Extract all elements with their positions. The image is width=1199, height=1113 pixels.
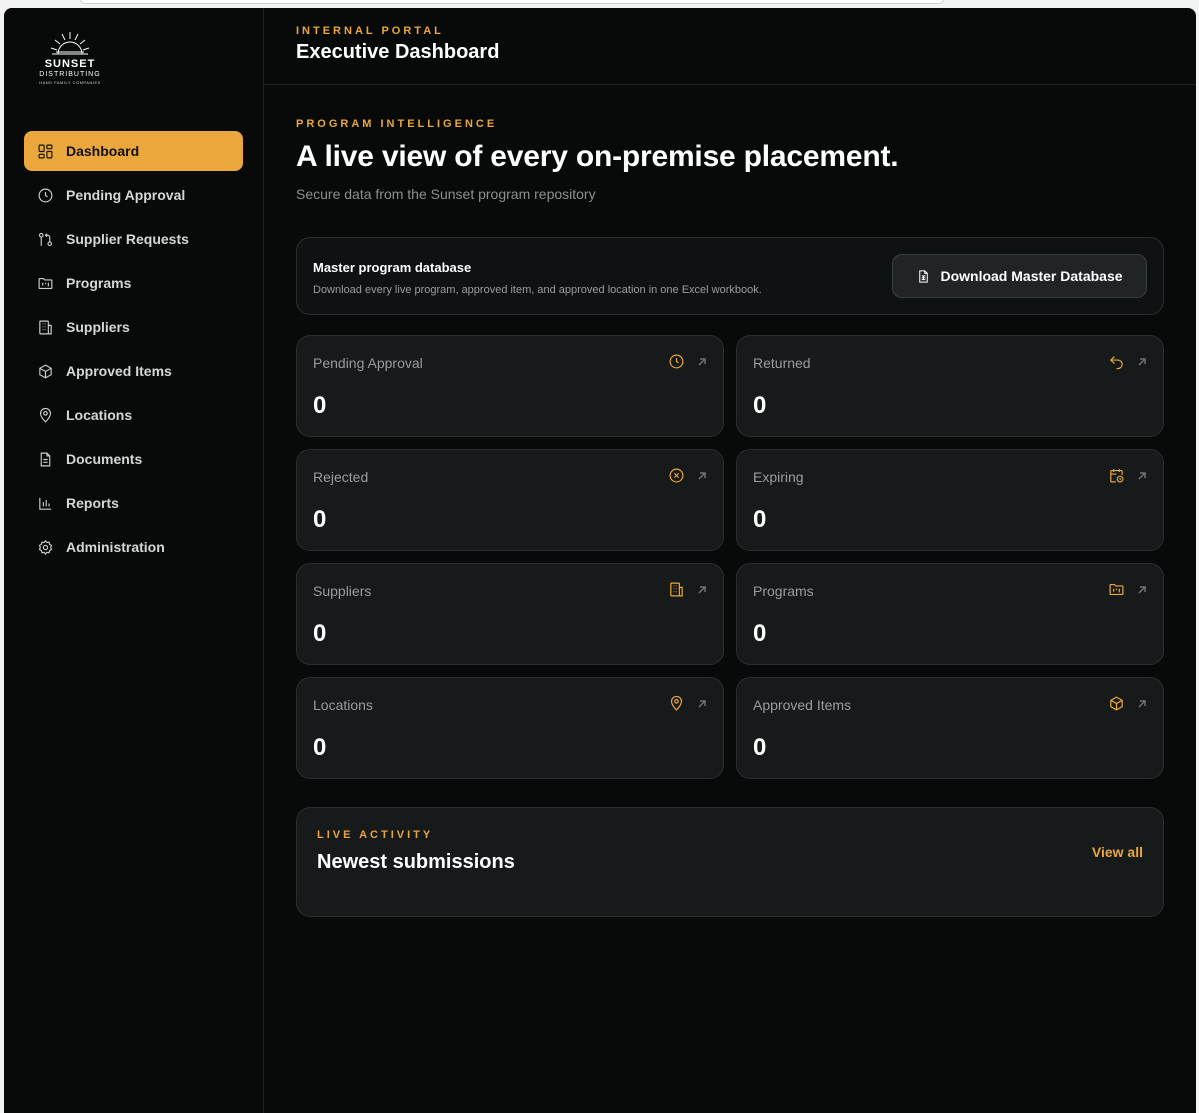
sidebar-nav: Dashboard Pending Approval Supplier Requ… (24, 131, 243, 571)
sidebar-item-label: Administration (66, 539, 165, 555)
sidebar-item-label: Dashboard (66, 143, 140, 159)
database-title: Master program database (313, 260, 472, 275)
sidebar-item-locations[interactable]: Locations (24, 395, 243, 435)
sidebar-item-label: Approved Items (66, 363, 172, 379)
arrow-up-right-icon (1138, 699, 1146, 708)
package-icon (36, 362, 54, 380)
bar-chart-icon (36, 494, 54, 512)
arrow-up-right-icon (698, 699, 706, 708)
arrow-up-right-icon (1138, 471, 1146, 480)
clock-icon (669, 354, 684, 369)
master-database-card: Master program database Download every l… (296, 237, 1164, 315)
stat-card-rejected[interactable]: Rejected 0 (296, 449, 724, 551)
company-logo[interactable]: SUNSET DISTRIBUTING HAND FAMILY COMPANIE… (30, 30, 110, 85)
view-all-link[interactable]: View all (1092, 844, 1143, 860)
stat-label: Suppliers (313, 583, 372, 599)
folder-kanban-icon (36, 274, 54, 292)
stat-card-locations[interactable]: Locations 0 (296, 677, 724, 779)
stat-label: Returned (753, 355, 811, 371)
sidebar-item-label: Documents (66, 451, 143, 467)
stat-label: Rejected (313, 469, 369, 485)
stat-value: 0 (313, 392, 327, 419)
stat-label: Locations (313, 697, 373, 713)
stat-value: 0 (753, 734, 767, 761)
header-eyebrow: INTERNAL PORTAL (296, 25, 444, 37)
arrow-up-right-icon (698, 357, 706, 366)
sidebar-item-label: Pending Approval (66, 187, 186, 203)
arrow-up-right-icon (698, 585, 706, 594)
stat-value: 0 (313, 506, 327, 533)
stat-value: 0 (753, 392, 767, 419)
arrow-up-right-icon (1138, 357, 1146, 366)
sidebar-item-reports[interactable]: Reports (24, 483, 243, 523)
sidebar-item-pending-approval[interactable]: Pending Approval (24, 175, 243, 215)
sidebar-item-approved-items[interactable]: Approved Items (24, 351, 243, 391)
stat-card-programs[interactable]: Programs 0 (736, 563, 1164, 665)
database-description: Download every live program, approved it… (313, 284, 762, 296)
stat-label: Programs (753, 583, 814, 599)
sidebar-item-label: Supplier Requests (66, 231, 189, 247)
sidebar-item-dashboard[interactable]: Dashboard (24, 131, 243, 171)
stat-card-approved-items[interactable]: Approved Items 0 (736, 677, 1164, 779)
sidebar-item-label: Reports (66, 495, 119, 511)
sidebar-item-supplier-requests[interactable]: Supplier Requests (24, 219, 243, 259)
logo-tagline: HAND FAMILY COMPANIES (39, 80, 101, 85)
map-pin-icon (36, 406, 54, 424)
building-icon (670, 582, 683, 597)
stat-card-returned[interactable]: Returned 0 (736, 335, 1164, 437)
arrow-up-right-icon (1138, 585, 1146, 594)
sidebar-item-suppliers[interactable]: Suppliers (24, 307, 243, 347)
sidebar-item-label: Suppliers (66, 319, 130, 335)
sun-logo-icon (50, 32, 90, 55)
download-master-database-button[interactable]: Download Master Database (892, 254, 1147, 298)
sidebar-item-documents[interactable]: Documents (24, 439, 243, 479)
page-header: INTERNAL PORTAL Executive Dashboard (264, 8, 1196, 85)
dashboard-icon (36, 142, 54, 160)
x-circle-icon (669, 468, 684, 483)
stat-card-pending-approval[interactable]: Pending Approval 0 (296, 335, 724, 437)
git-pull-request-icon (36, 230, 54, 248)
stat-card-expiring[interactable]: Expiring 0 (736, 449, 1164, 551)
activity-title: Newest submissions (317, 851, 515, 873)
logo-name: SUNSET (44, 58, 96, 70)
map-pin-icon (670, 695, 683, 711)
download-button-label: Download Master Database (940, 268, 1123, 284)
stat-label: Expiring (753, 469, 804, 485)
sidebar-item-label: Programs (66, 275, 132, 291)
document-icon (36, 450, 54, 468)
building-icon (36, 318, 54, 336)
arrow-up-right-icon (698, 471, 706, 480)
main-content: INTERNAL PORTAL Executive Dashboard PROG… (264, 8, 1196, 1113)
logo-subtitle: DISTRIBUTING (39, 71, 101, 78)
sidebar-item-administration[interactable]: Administration (24, 527, 243, 567)
clock-icon (36, 186, 54, 204)
folder-kanban-icon (1109, 583, 1124, 596)
stat-value: 0 (313, 620, 327, 647)
gear-icon (36, 538, 54, 556)
activity-eyebrow: LIVE ACTIVITY (317, 829, 434, 841)
hero-title: A live view of every on-premise placemen… (296, 140, 899, 173)
spreadsheet-icon (919, 269, 929, 283)
hero-subtitle: Secure data from the Sunset program repo… (296, 186, 596, 202)
stat-label: Approved Items (753, 697, 852, 713)
calendar-clock-icon (1110, 469, 1124, 483)
sidebar-item-label: Locations (66, 407, 133, 423)
browser-url-bar-edge (80, 0, 944, 4)
stat-card-suppliers[interactable]: Suppliers 0 (296, 563, 724, 665)
sidebar: SUNSET DISTRIBUTING HAND FAMILY COMPANIE… (4, 8, 264, 1113)
stat-value: 0 (313, 734, 327, 761)
stat-label: Pending Approval (313, 355, 423, 371)
sidebar-item-programs[interactable]: Programs (24, 263, 243, 303)
stats-grid: Pending Approval 0 Returned 0 Rejected 0 (296, 335, 1164, 779)
undo-icon (1109, 356, 1123, 370)
stat-value: 0 (753, 620, 767, 647)
hero-section: PROGRAM INTELLIGENCE A live view of ever… (264, 85, 1196, 202)
package-icon (1110, 696, 1123, 711)
hero-eyebrow: PROGRAM INTELLIGENCE (296, 118, 498, 130)
live-activity-card: LIVE ACTIVITY Newest submissions View al… (296, 807, 1164, 917)
app-window: SUNSET DISTRIBUTING HAND FAMILY COMPANIE… (4, 8, 1196, 1113)
stat-value: 0 (753, 506, 767, 533)
page-title: Executive Dashboard (296, 41, 500, 63)
